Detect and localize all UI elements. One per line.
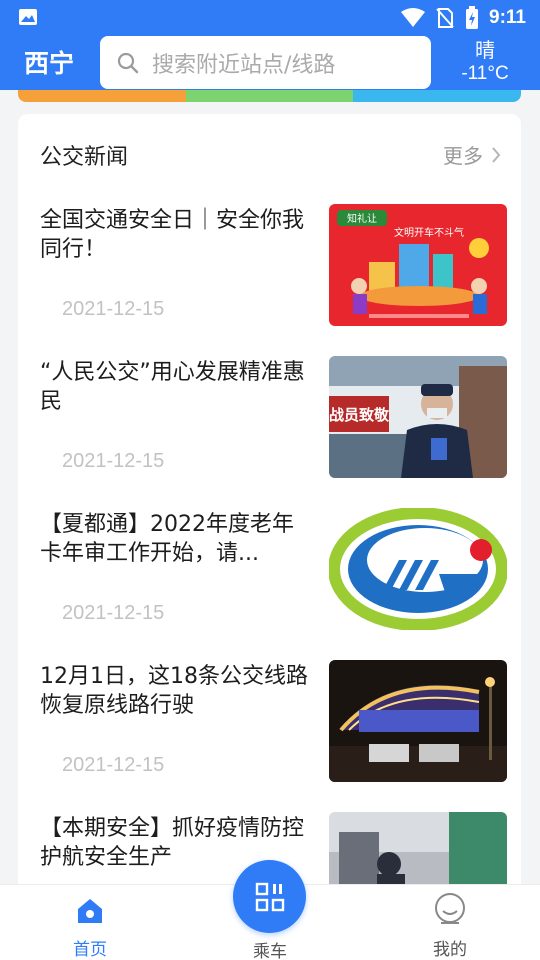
news-thumbnail xyxy=(329,508,507,630)
bus-driver-photo: 战员致敬 xyxy=(329,356,507,478)
chevron-right-icon xyxy=(492,146,501,163)
search-placeholder: 搜索附近站点/线路 xyxy=(152,52,336,78)
news-title: 【夏都通】2022年度老年卡年审工作开始，请... xyxy=(40,512,294,566)
user-profile-icon xyxy=(435,893,465,924)
qr-code-icon xyxy=(255,882,284,911)
news-item[interactable]: 全国交通安全日｜安全你我同行！ 2021-12-15 知礼让 文明开车不斗气 xyxy=(18,204,521,358)
weather-temperature: -11°C xyxy=(461,63,509,84)
news-date: 2021-12-15 xyxy=(62,602,165,624)
no-sim-icon xyxy=(436,8,454,28)
banner-segment[interactable] xyxy=(185,90,354,102)
banner-strip[interactable] xyxy=(18,90,521,102)
news-item[interactable]: “人民公交”用心发展精准惠民 2021-12-15 战员致敬 xyxy=(18,356,521,510)
news-card: 公交新闻 更多 全国交通安全日｜安全你我同行！ 2021-12-15 知礼让 文… xyxy=(18,114,521,904)
nav-home[interactable]: 首页 xyxy=(30,885,150,960)
news-date: 2021-12-15 xyxy=(62,450,165,472)
status-bar: 9:11 xyxy=(0,0,540,36)
news-title: 12月1日，这18条公交线路恢复原线路行驶 xyxy=(40,664,308,718)
search-input[interactable]: 搜索附近站点/线路 xyxy=(100,36,431,89)
nav-me[interactable]: 我的 xyxy=(390,885,510,960)
news-title: “人民公交”用心发展精准惠民 xyxy=(40,360,305,414)
search-icon xyxy=(117,52,139,73)
section-title: 公交新闻 xyxy=(40,145,129,170)
thumb-caption: 战员致敬 xyxy=(329,406,390,424)
weather-widget[interactable]: 晴 -11°C xyxy=(450,38,520,86)
news-title: 全国交通安全日｜安全你我同行！ xyxy=(40,208,305,262)
news-thumbnail: 知礼让 文明开车不斗气 xyxy=(329,204,507,326)
nav-ride-label: 乘车 xyxy=(253,942,287,960)
city-selector[interactable]: 西宁 xyxy=(24,44,74,80)
transit-logo-image xyxy=(329,508,507,630)
more-link[interactable]: 更多 xyxy=(443,140,501,169)
more-label: 更多 xyxy=(443,144,483,168)
banner-segment[interactable] xyxy=(18,90,186,102)
traffic-safety-poster-image: 知礼让 文明开车不斗气 xyxy=(329,204,507,326)
news-thumbnail xyxy=(329,660,507,782)
clock: 9:11 xyxy=(489,7,526,28)
nav-home-label: 首页 xyxy=(73,940,107,960)
news-date: 2021-12-15 xyxy=(62,298,165,320)
battery-charging-icon xyxy=(466,6,479,29)
news-thumbnail: 战员致敬 xyxy=(329,356,507,478)
nav-me-label: 我的 xyxy=(433,940,467,960)
news-item[interactable]: 12月1日，这18条公交线路恢复原线路行驶 2021-12-15 xyxy=(18,660,521,814)
thumb-caption-b: 文明开车不斗气 xyxy=(394,226,464,239)
home-icon xyxy=(78,899,102,923)
news-date: 2021-12-15 xyxy=(62,754,165,776)
ride-qr-button[interactable] xyxy=(233,860,306,933)
bus-station-night-photo xyxy=(329,660,507,782)
image-icon xyxy=(19,9,37,25)
thumb-caption-a: 知礼让 xyxy=(347,212,377,225)
wifi-icon xyxy=(401,8,426,27)
top-header: 9:11 西宁 搜索附近站点/线路 晴 -11°C xyxy=(0,0,540,90)
news-header: 公交新闻 更多 xyxy=(18,114,521,190)
weather-condition: 晴 xyxy=(475,38,495,62)
banner-segment[interactable] xyxy=(353,90,521,102)
news-item[interactable]: 【夏都通】2022年度老年卡年审工作开始，请... 2021-12-15 xyxy=(18,508,521,662)
